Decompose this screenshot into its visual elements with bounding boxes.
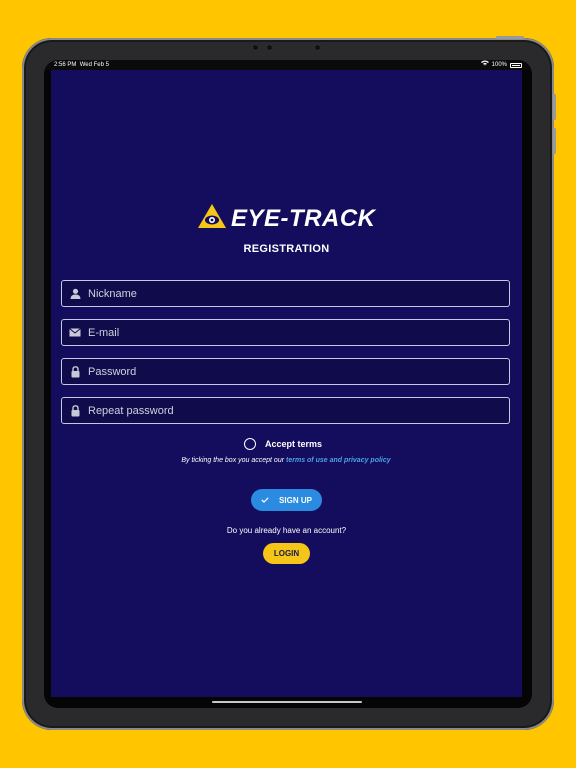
page-title: REGISTRATION	[243, 243, 330, 255]
status-date: Wed Feb 5	[79, 62, 109, 68]
tablet-device: 2:56 PM Wed Feb 5 100% EYE-TRACK REGISTR…	[22, 36, 556, 730]
login-button[interactable]: LOGIN	[263, 543, 310, 564]
terms-notice: By ticking the box you accept our terms …	[181, 456, 391, 465]
eye-logo-icon	[197, 203, 227, 234]
screen-bezel: 2:56 PM Wed Feb 5 100% EYE-TRACK REGISTR…	[44, 60, 532, 708]
check-icon	[261, 496, 269, 505]
accept-terms-label: Accept terms	[265, 439, 323, 449]
user-icon	[62, 288, 88, 299]
battery-icon	[510, 62, 522, 68]
terms-prefix: By ticking the box you accept our	[181, 457, 285, 464]
volume-down-button	[553, 128, 556, 154]
status-time: 2:56 PM	[54, 62, 77, 68]
app-screen: EYE-TRACK REGISTRATION Nickname E-mail A…	[51, 70, 522, 697]
email-field[interactable]	[61, 319, 510, 346]
repeat-password-input[interactable]	[88, 404, 509, 417]
already-have-account-text: Do you already have an account?	[226, 526, 347, 535]
nickname-field[interactable]	[61, 280, 510, 307]
nickname-input[interactable]	[88, 287, 509, 300]
repeat-password-field[interactable]	[61, 397, 510, 424]
camera-dot	[266, 44, 273, 51]
status-time-date: 2:56 PM Wed Feb 5	[54, 60, 109, 70]
accept-terms-row[interactable]: Accept terms	[244, 438, 322, 450]
status-indicators: 100%	[480, 60, 522, 70]
wifi-icon	[480, 60, 489, 70]
camera-dot	[252, 44, 259, 51]
mail-icon	[62, 328, 88, 337]
logo-text: EYE-TRACK	[231, 204, 376, 232]
login-label: LOGIN	[273, 549, 300, 558]
sign-up-label: SIGN UP	[279, 495, 312, 505]
top-button	[496, 36, 524, 39]
password-input[interactable]	[88, 365, 509, 378]
email-input[interactable]	[88, 326, 509, 339]
volume-up-button	[553, 94, 556, 120]
app-logo: EYE-TRACK	[197, 203, 376, 234]
accept-terms-radio[interactable]	[244, 438, 256, 450]
password-field[interactable]	[61, 358, 510, 385]
lock-icon	[62, 365, 88, 378]
sign-up-button[interactable]: SIGN UP	[251, 489, 322, 511]
status-bar: 2:56 PM Wed Feb 5 100%	[44, 60, 532, 70]
battery-percent: 100%	[491, 62, 507, 68]
lock-icon	[62, 404, 88, 417]
camera-lens	[314, 44, 321, 51]
terms-link[interactable]: terms of use and privacy policy	[286, 457, 391, 464]
home-indicator	[212, 701, 362, 703]
